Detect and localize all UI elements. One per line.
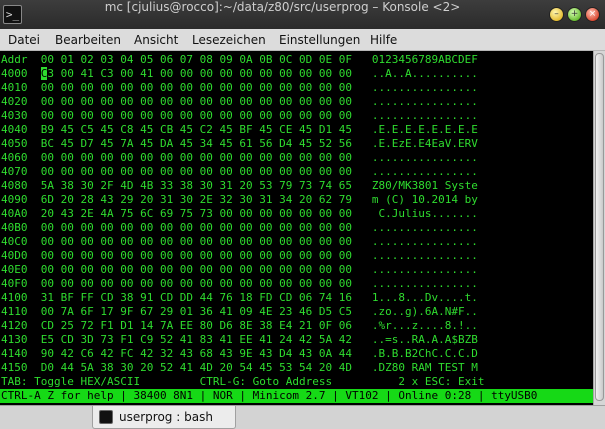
hex-row[interactable]: 4070 00 00 00 00 00 00 00 00 00 00 00 00… — [1, 165, 478, 178]
hex-row[interactable]: 4100 31 BF FF CD 38 91 CD DD 44 76 18 FD… — [1, 291, 478, 304]
hex-row[interactable]: 40D0 00 00 00 00 00 00 00 00 00 00 00 00… — [1, 249, 478, 262]
hex-row[interactable]: 4110 00 7A 6F 17 9F 67 29 01 36 41 09 4E… — [1, 305, 478, 318]
menu-bearbeiten[interactable]: Bearbeiten — [55, 33, 121, 47]
hex-row[interactable]: 4060 00 00 00 00 00 00 00 00 00 00 00 00… — [1, 151, 478, 164]
close-icon[interactable]: × — [585, 7, 600, 22]
tab-label: userprog : bash — [119, 410, 213, 424]
hex-row[interactable]: 40F0 00 00 00 00 00 00 00 00 00 00 00 00… — [1, 277, 478, 290]
hex-row[interactable]: 4080 5A 38 30 2F 4D 4B 33 38 30 31 20 53… — [1, 179, 478, 192]
hex-row[interactable]: 40B0 00 00 00 00 00 00 00 00 00 00 00 00… — [1, 221, 478, 234]
minimize-icon[interactable]: – — [549, 7, 564, 22]
terminal-icon — [99, 410, 113, 424]
hex-help-line: TAB: Toggle HEX/ASCII CTRL-G: Goto Addre… — [1, 375, 485, 388]
tab-userprog-bash[interactable]: userprog : bash — [92, 406, 236, 429]
hex-row[interactable]: 4020 00 00 00 00 00 00 00 00 00 00 00 00… — [1, 95, 478, 108]
hex-row[interactable]: 4140 90 42 C6 42 FC 42 32 43 68 43 9E 43… — [1, 347, 478, 360]
menu-ansicht[interactable]: Ansicht — [134, 33, 178, 47]
hex-header: Addr 00 01 02 03 04 05 06 07 08 09 0A 0B… — [1, 53, 478, 66]
hex-row[interactable]: 40C0 00 00 00 00 00 00 00 00 00 00 00 00… — [1, 235, 478, 248]
scrollbar-thumb[interactable] — [595, 53, 604, 401]
hex-row[interactable]: 4000 C3 00 41 C3 00 41 00 00 00 00 00 00… — [1, 67, 478, 80]
minicom-status-bar: CTRL-A Z for help | 38400 8N1 | NOR | Mi… — [0, 389, 593, 403]
hex-row[interactable]: 4120 CD 25 72 F1 D1 14 7A EE 80 D6 8E 38… — [1, 319, 478, 332]
terminal-scrollbar[interactable] — [593, 51, 605, 405]
hex-row[interactable]: 4090 6D 20 28 43 29 20 31 30 2E 32 30 31… — [1, 193, 478, 206]
hex-row[interactable]: 4050 BC 45 D7 45 7A 45 DA 45 34 45 61 56… — [1, 137, 478, 150]
maximize-icon[interactable]: + — [567, 7, 582, 22]
menu-hilfe[interactable]: Hilfe — [370, 33, 397, 47]
menu-lesezeichen[interactable]: Lesezeichen — [192, 33, 266, 47]
title-bar[interactable]: >_ mc [cjulius@rocco]:~/data/z80/src/use… — [0, 0, 605, 29]
terminal-view[interactable]: Addr 00 01 02 03 04 05 06 07 08 09 0A 0B… — [0, 51, 593, 405]
window-title: mc [cjulius@rocco]:~/data/z80/src/userpr… — [104, 0, 461, 14]
menu-einstellungen[interactable]: Einstellungen — [279, 33, 360, 47]
menu-bar: Datei Bearbeiten Ansicht Lesezeichen Ein… — [0, 29, 605, 51]
hex-row[interactable]: 4150 D0 44 5A 38 30 20 52 41 4D 20 54 45… — [1, 361, 478, 374]
hex-row[interactable]: 4130 E5 CD 3D 73 F1 C9 52 41 83 41 EE 41… — [1, 333, 478, 346]
hex-row[interactable]: 40E0 00 00 00 00 00 00 00 00 00 00 00 00… — [1, 263, 478, 276]
hex-row[interactable]: 4030 00 00 00 00 00 00 00 00 00 00 00 00… — [1, 109, 478, 122]
hex-row[interactable]: 4010 00 00 00 00 00 00 00 00 00 00 00 00… — [1, 81, 478, 94]
hex-row[interactable]: 40A0 20 43 2E 4A 75 6C 69 75 73 00 00 00… — [1, 207, 478, 220]
menu-datei[interactable]: Datei — [8, 33, 40, 47]
tab-bar: userprog : bash — [0, 405, 605, 429]
hex-row[interactable]: 4040 B9 45 C5 45 C8 45 CB 45 C2 45 BF 45… — [1, 123, 478, 136]
